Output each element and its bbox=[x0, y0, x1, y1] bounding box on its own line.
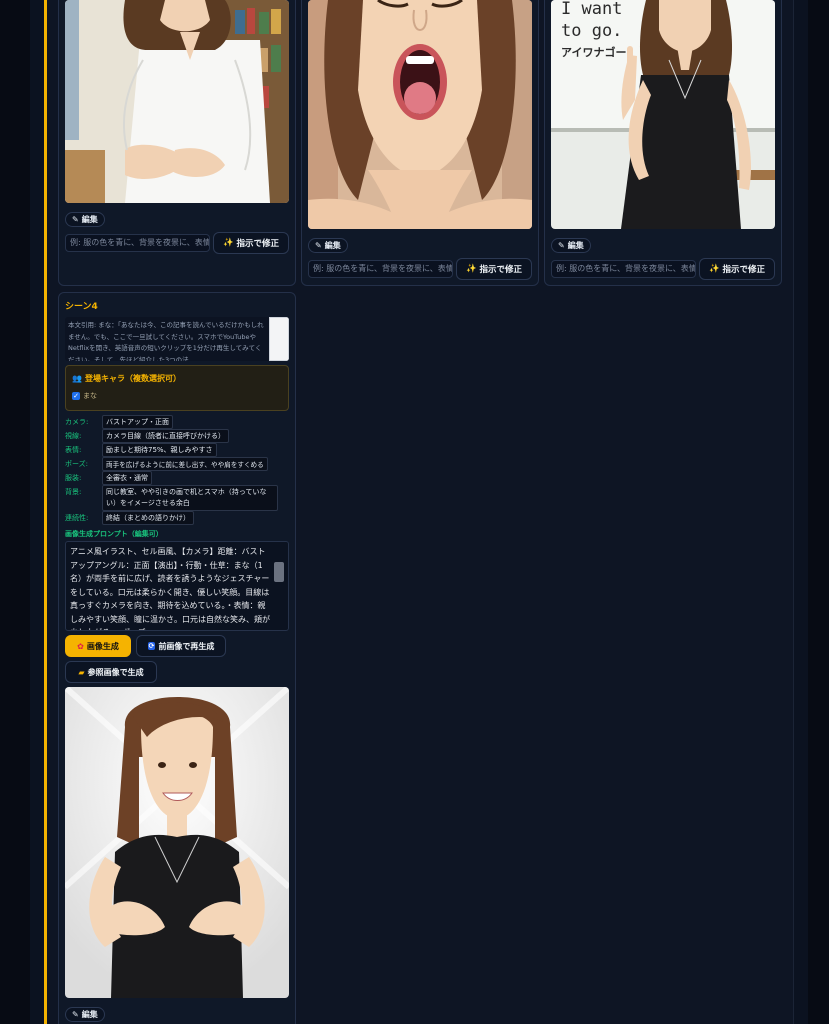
instruction-button-label: 指示で修正 bbox=[479, 265, 523, 275]
attr-value-outfit[interactable]: 全審衣・通常 bbox=[102, 471, 152, 485]
scene-3-instruction-fix-button[interactable]: ✨ 指示で修正 bbox=[699, 258, 775, 280]
edit-label: 編集 bbox=[324, 241, 341, 250]
pencil-icon: ✎ bbox=[72, 215, 79, 224]
generate-image-button[interactable]: ✿ 画像生成 bbox=[65, 635, 131, 657]
characters-title-text: 登場キャラ（複数選択可） bbox=[84, 374, 181, 383]
scene-1-instruction-fix-button[interactable]: ✨ 指示で修正 bbox=[213, 232, 289, 254]
scene-4-edit-button[interactable]: ✎ 編集 bbox=[65, 1007, 105, 1022]
regen-button-label: 前画像で再生成 bbox=[158, 641, 215, 651]
attr-value-pose[interactable]: 両手を広げるように前に差し出す、やや肩をすくめる bbox=[102, 457, 268, 471]
regenerate-from-previous-button[interactable]: ⟳ 前画像で再生成 bbox=[136, 635, 226, 657]
whiteboard-line-2: to go. bbox=[561, 21, 622, 41]
character-selector-title: 👥 登場キャラ（複数選択可） bbox=[72, 373, 181, 384]
scene-4-image[interactable] bbox=[65, 687, 289, 998]
attr-label-outfit: 服装: bbox=[65, 474, 82, 482]
scene-3-instruction-input[interactable]: 例: 服の色を青に、背景を夜景に、表情を笑顔に bbox=[551, 260, 696, 278]
edit-label: 編集 bbox=[81, 1010, 98, 1019]
pencil-icon: ✎ bbox=[72, 1010, 79, 1019]
whiteboard-line-3: アイワナゴー bbox=[561, 45, 626, 59]
scene-4-quote-scrollbar[interactable] bbox=[269, 317, 289, 361]
attr-value-camera[interactable]: バストアップ・正面 bbox=[102, 415, 173, 429]
refresh-icon: ⟳ bbox=[147, 642, 156, 650]
scene-1-instruction-input[interactable]: 例: 服の色を青に、背景を夜景に、表情を笑顔に bbox=[65, 234, 210, 252]
attr-label-expression: 表情: bbox=[65, 446, 82, 454]
prompt-label: 画像生成プロンプト（編集可） bbox=[65, 530, 163, 538]
character-checkbox-mana[interactable]: ✓ まな bbox=[72, 391, 97, 401]
attr-value-background[interactable]: 同じ教室、やや引きの画で机とスマホ（持っていない）をイメージさせる余白 bbox=[102, 485, 278, 511]
folder-icon: ▰ bbox=[78, 667, 85, 677]
scene-2-instruction-input[interactable]: 例: 服の色を青に、背景を夜景に、表情を笑顔に bbox=[308, 260, 453, 278]
generate-from-reference-button[interactable]: ▰ 参照画像で生成 bbox=[65, 661, 157, 683]
scene-2-edit-button[interactable]: ✎ 編集 bbox=[308, 238, 348, 253]
attr-value-continuity[interactable]: 終結（まとめの語りかけ） bbox=[102, 511, 194, 525]
character-name: まな bbox=[83, 392, 97, 400]
scene-3-edit-button[interactable]: ✎ 編集 bbox=[551, 238, 591, 253]
prompt-scrollbar[interactable] bbox=[274, 562, 284, 582]
scene-1-image[interactable] bbox=[65, 0, 289, 203]
character-selector: 👥 登場キャラ（複数選択可） ✓ まな bbox=[65, 365, 289, 411]
instruction-button-label: 指示で修正 bbox=[722, 265, 766, 275]
prompt-textarea[interactable]: アニメ風イラスト、セル画風、【カメラ】距離：バストアップアングル：正面【演出】・… bbox=[65, 541, 289, 631]
sparkle-icon: ✨ bbox=[708, 264, 720, 274]
attr-value-gaze[interactable]: カメラ目線（読者に直接呼びかける） bbox=[102, 429, 229, 443]
ref-button-label: 参照画像で生成 bbox=[87, 667, 144, 677]
scene-4-quote-text: 本文引用: まな：「あなたは今、この記事を読んでいるだけかもしれません。でも、こ… bbox=[68, 321, 264, 361]
palette-icon: ✿ bbox=[77, 641, 84, 651]
scene-4-quote-textarea[interactable]: 本文引用: まな：「あなたは今、この記事を読んでいるだけかもしれません。でも、こ… bbox=[65, 317, 289, 361]
attr-label-gaze: 視線: bbox=[65, 432, 82, 440]
attr-value-expression[interactable]: 励ましと期待75%、親しみやすさ bbox=[102, 443, 217, 457]
attr-label-continuity: 連続性: bbox=[65, 514, 89, 522]
people-icon: 👥 bbox=[72, 374, 82, 383]
scene-3-image[interactable]: I want to go. アイワナゴー bbox=[551, 0, 775, 229]
edit-label: 編集 bbox=[567, 241, 584, 250]
pencil-icon: ✎ bbox=[315, 241, 322, 250]
attr-label-pose: ポーズ: bbox=[65, 460, 89, 468]
scene-4-title: シーン4 bbox=[65, 302, 98, 312]
attr-label-background: 背景: bbox=[65, 488, 82, 496]
generate-button-label: 画像生成 bbox=[86, 641, 119, 651]
edit-label: 編集 bbox=[81, 215, 98, 224]
prompt-text: アニメ風イラスト、セル画風、【カメラ】距離：バストアップアングル：正面【演出】・… bbox=[70, 547, 270, 630]
pencil-icon: ✎ bbox=[558, 241, 565, 250]
sparkle-icon: ✨ bbox=[465, 264, 477, 274]
scene-1-edit-button[interactable]: ✎ 編集 bbox=[65, 212, 105, 227]
scene-2-image[interactable] bbox=[308, 0, 532, 229]
instruction-button-label: 指示で修正 bbox=[236, 239, 280, 249]
whiteboard-line-1: I want bbox=[561, 0, 622, 19]
sparkle-icon: ✨ bbox=[222, 238, 234, 248]
checkbox-checked-icon[interactable]: ✓ bbox=[72, 392, 80, 400]
scene-2-instruction-fix-button[interactable]: ✨ 指示で修正 bbox=[456, 258, 532, 280]
attr-label-camera: カメラ: bbox=[65, 418, 89, 426]
